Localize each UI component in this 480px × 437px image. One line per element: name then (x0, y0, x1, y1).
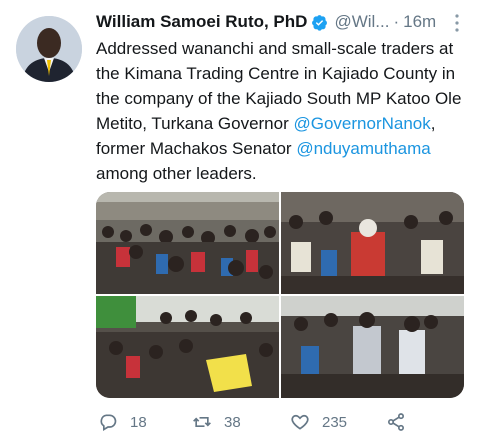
separator-dot: · (393, 12, 400, 31)
timestamp[interactable]: 16m (403, 12, 436, 32)
tweet-header: William Samoei Ruto, PhD @Wil... · 16m (96, 10, 466, 34)
tweet-content: William Samoei Ruto, PhD @Wil... · 16m A… (96, 10, 466, 186)
like-count: 235 (322, 413, 348, 431)
share-icon (388, 413, 404, 431)
mention-governornanok[interactable]: @GovernorNanok (293, 114, 430, 133)
tweet-text: Addressed wananchi and small-scale trade… (96, 36, 462, 186)
tweet-actions: 18 38 235 (96, 412, 426, 436)
photo-crowd-3[interactable] (96, 296, 279, 398)
reply-icon (100, 414, 117, 431)
reply-count: 18 (130, 413, 147, 431)
more-icon[interactable] (449, 12, 465, 34)
author-handle[interactable]: @Wil... (334, 12, 389, 32)
tweet-text-part: among other leaders. (96, 164, 257, 183)
share-button[interactable] (386, 412, 418, 432)
photo-crowd-2[interactable] (281, 192, 464, 294)
reply-button[interactable]: 18 (98, 412, 147, 432)
photo-crowd-4[interactable] (281, 296, 464, 398)
avatar[interactable] (16, 16, 82, 82)
retweet-button[interactable]: 38 (192, 412, 241, 432)
like-icon (291, 414, 309, 430)
author-name[interactable]: William Samoei Ruto, PhD (96, 12, 307, 32)
mention-nduyamuthama[interactable]: @nduyamuthama (296, 139, 430, 158)
photo-crowd-1[interactable] (96, 192, 279, 294)
retweet-count: 38 (224, 413, 241, 431)
media-grid (96, 192, 464, 398)
like-button[interactable]: 235 (290, 412, 347, 432)
verified-icon (312, 14, 328, 31)
retweet-icon (193, 417, 211, 427)
